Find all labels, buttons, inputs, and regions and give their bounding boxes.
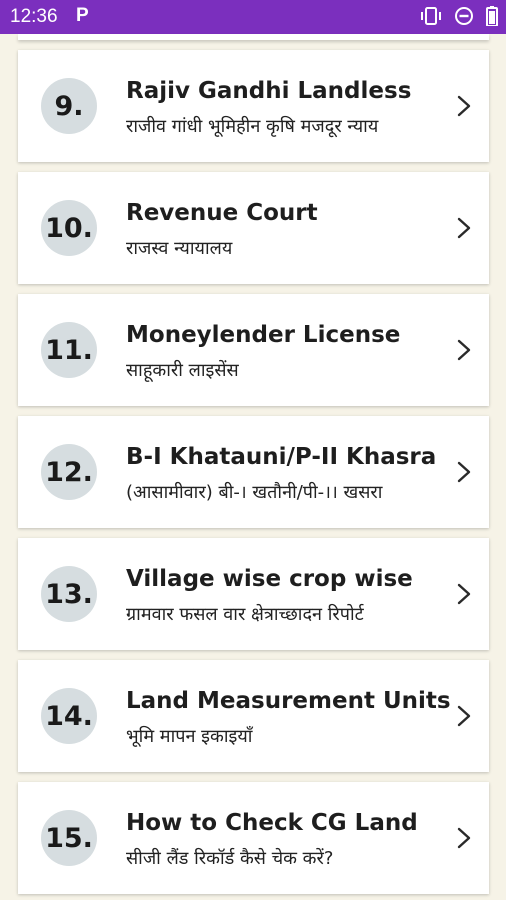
status-bar: 12:36 P (0, 0, 506, 34)
menu-card[interactable]: 13. Village wise crop wise ग्रामवार फसल वा… (18, 538, 489, 650)
card-subtitle: राजीव गांधी भूमिहीन कृषि मजदूर न्याय (126, 116, 379, 137)
card-title: Rajiv Gandhi Landless (126, 78, 412, 104)
card-subtitle: राजस्व न्यायालय (126, 238, 233, 259)
menu-card[interactable]: 14. Land Measurement Units भूमि मापन इकाइय… (18, 660, 489, 772)
card-subtitle: (आसामीवार) बी-। खतौनी/पी-।। खसरा (126, 482, 383, 503)
item-number-badge: 14. (41, 688, 97, 744)
chevron-right-icon (456, 338, 472, 362)
card-subtitle: साहूकारी लाइसेंस (126, 360, 239, 381)
item-number-badge: 13. (41, 566, 97, 622)
battery-icon (486, 6, 498, 26)
card-title: Revenue Court (126, 200, 318, 226)
card-title: B-I Khatauni/P-II Khasra (126, 444, 437, 470)
chevron-right-icon (456, 826, 472, 850)
menu-card[interactable]: 12. B-I Khatauni/P-II Khasra (आसामीवार) बी… (18, 416, 489, 528)
item-number-badge: 12. (41, 444, 97, 500)
previous-card-edge (18, 34, 489, 40)
vibrate-icon (420, 6, 442, 26)
menu-card[interactable]: 9. Rajiv Gandhi Landless राजीव गांधी भूमिह… (18, 50, 489, 162)
chevron-right-icon (456, 94, 472, 118)
item-number-badge: 10. (41, 200, 97, 256)
card-title: How to Check CG Land (126, 810, 418, 836)
chevron-right-icon (456, 460, 472, 484)
card-title: Village wise crop wise (126, 566, 413, 592)
item-number-badge: 11. (41, 322, 97, 378)
status-time: 12:36 (10, 6, 58, 27)
chevron-right-icon (456, 216, 472, 240)
card-subtitle: भूमि मापन इकाइयाँ (126, 726, 253, 747)
status-icons (420, 6, 498, 26)
chevron-right-icon (456, 582, 472, 606)
do-not-disturb-icon (454, 6, 474, 26)
menu-card[interactable]: 11. Moneylender License साहूकारी लाइसेंस (18, 294, 489, 406)
chevron-right-icon (456, 704, 472, 728)
item-number-badge: 15. (41, 810, 97, 866)
menu-card[interactable]: 10. Revenue Court राजस्व न्यायालय (18, 172, 489, 284)
item-number-badge: 9. (41, 78, 97, 134)
app-notification-icon: P (76, 5, 89, 26)
card-subtitle: ग्रामवार फसल वार क्षेत्राच्छादन रिपोर्ट (126, 604, 364, 625)
card-title: Land Measurement Units (126, 688, 451, 714)
menu-card[interactable]: 15. How to Check CG Land सीजी लैंड रिकॉर्ड… (18, 782, 489, 894)
card-title: Moneylender License (126, 322, 401, 348)
card-subtitle: सीजी लैंड रिकॉर्ड कैसे चेक करें? (126, 848, 334, 869)
